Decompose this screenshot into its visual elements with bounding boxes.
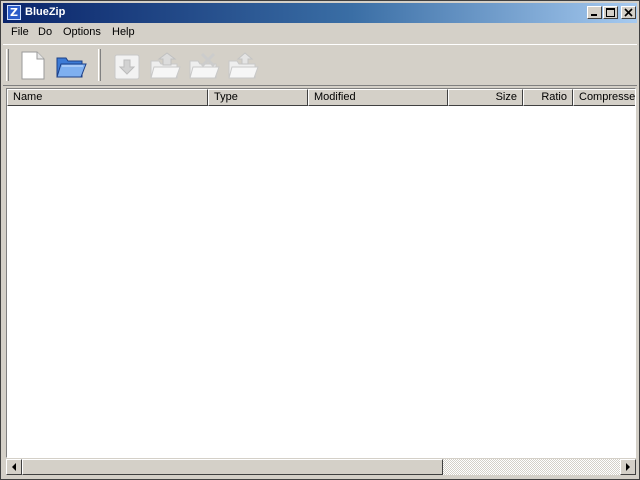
menu-options[interactable]: Options xyxy=(59,26,105,38)
delete-files-icon xyxy=(189,52,220,79)
open-folder-icon xyxy=(56,57,87,78)
scrollbar-thumb[interactable] xyxy=(22,459,443,475)
scroll-right-button[interactable] xyxy=(620,459,636,475)
minimize-button[interactable] xyxy=(587,6,602,19)
archive-file-list[interactable]: Name Type Modified Size Ratio Compressed xyxy=(6,88,636,458)
column-header-compressed[interactable]: Compressed xyxy=(573,89,635,106)
list-header: Name Type Modified Size Ratio Compressed xyxy=(7,89,635,106)
test-archive-button[interactable] xyxy=(227,49,259,81)
toolbar xyxy=(3,44,637,86)
extract-icon xyxy=(150,52,181,79)
horizontal-scrollbar[interactable] xyxy=(6,459,636,475)
extract-button[interactable] xyxy=(149,49,181,81)
menu-bar: File Do Options Help xyxy=(3,24,637,42)
menu-help[interactable]: Help xyxy=(108,26,139,38)
new-archive-icon xyxy=(21,51,45,80)
column-header-name[interactable]: Name xyxy=(7,89,208,106)
window-title: BlueZip xyxy=(25,6,66,18)
column-header-size[interactable]: Size xyxy=(448,89,523,106)
add-files-button[interactable] xyxy=(111,49,143,81)
delete-files-button[interactable] xyxy=(188,49,220,81)
arrow-left-icon xyxy=(12,463,16,471)
maximize-button[interactable] xyxy=(603,6,618,19)
open-archive-button[interactable] xyxy=(55,49,87,81)
title-bar[interactable]: Z BlueZip xyxy=(3,3,637,23)
close-icon xyxy=(624,8,633,17)
test-archive-icon xyxy=(228,52,259,79)
app-logo-icon[interactable]: Z xyxy=(7,5,21,20)
list-body[interactable] xyxy=(7,106,635,457)
column-header-modified[interactable]: Modified xyxy=(308,89,448,106)
main-window: Z BlueZip File Do Options Help Name Type… xyxy=(0,0,640,480)
toolbar-grip[interactable] xyxy=(6,49,9,81)
maximize-icon xyxy=(606,8,615,17)
scroll-left-button[interactable] xyxy=(6,459,22,475)
menu-do[interactable]: Do xyxy=(34,26,56,38)
close-button[interactable] xyxy=(621,6,636,19)
column-header-type[interactable]: Type xyxy=(208,89,308,106)
minimize-icon xyxy=(591,14,597,16)
menu-file[interactable]: File xyxy=(7,26,33,38)
new-archive-button[interactable] xyxy=(17,49,49,81)
arrow-right-icon xyxy=(626,463,630,471)
column-header-ratio[interactable]: Ratio xyxy=(523,89,573,106)
toolbar-separator xyxy=(98,49,101,81)
add-files-icon xyxy=(114,54,140,80)
